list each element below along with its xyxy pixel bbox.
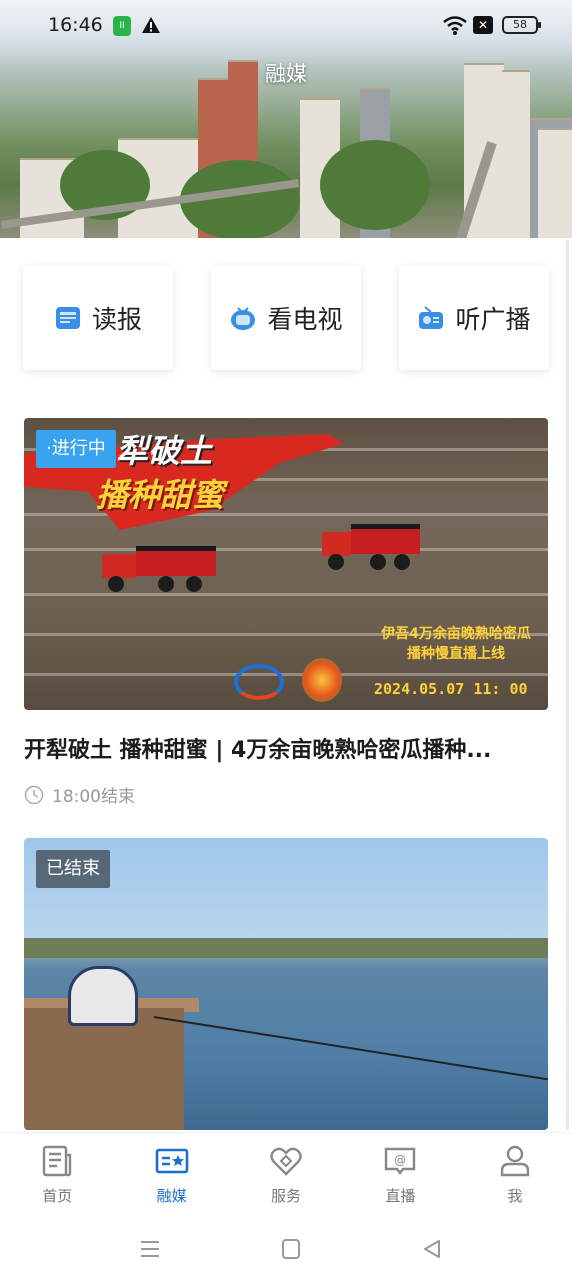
clock-icon [24,785,44,804]
header-banner: 16:46 II ✕ 58 融媒 [0,0,572,238]
status-time: 16:46 [48,14,103,36]
quick-entry-label: 听广播 [455,305,531,334]
home-icon[interactable] [279,1238,303,1260]
wifi-icon [443,16,467,35]
home-news-icon [43,1145,72,1177]
back-icon[interactable] [420,1238,444,1260]
no-sim-icon: ✕ [473,16,493,34]
poster-caption: 伊吾4万余亩晚熟哈密瓜播种慢直播上线 [381,626,531,662]
tab-label: 服务 [271,1187,302,1205]
truck-image [322,524,420,570]
broadcaster-logo [234,664,284,700]
user-icon [500,1145,530,1177]
truck-image [102,546,216,592]
radio-icon [419,306,444,329]
system-nav-bar [0,1218,572,1280]
poster-date: 2024.05.07 11: 00 [374,680,528,698]
end-time: 18:00结束 [52,787,135,807]
media-card-icon [155,1148,188,1174]
tv-icon [231,307,256,330]
svg-text:@: @ [394,1153,406,1167]
tab-home[interactable]: 首页 [0,1133,114,1218]
live-chat-icon: @ [385,1147,416,1175]
live-card-cover[interactable]: 已结束 [24,838,548,1130]
tab-label: 直播 [385,1187,416,1205]
scrollbar[interactable] [566,240,569,1130]
recent-apps-icon[interactable] [138,1238,162,1260]
poster-subheadline: 播种甜蜜 [96,476,225,514]
status-bar: 16:46 II ✕ 58 [0,0,572,52]
warning-icon [142,17,160,33]
card-meta: 18:00结束 [24,782,135,807]
quick-entry-label: 读报 [91,305,142,334]
battery-indicator: 58 [502,16,541,34]
tab-service[interactable]: 服务 [229,1133,343,1218]
card-title[interactable]: 开犁破土 播种甜蜜 | 4万余亩晚熟哈密瓜播种... [24,732,548,764]
watch-tv-button[interactable]: 看电视 [211,266,361,370]
listen-radio-button[interactable]: 听广播 [399,266,549,370]
status-badge: ·进行中 [36,430,116,468]
read-newspaper-button[interactable]: 读报 [23,266,173,370]
tab-label: 首页 [42,1187,73,1205]
melon-logo [302,658,342,702]
tab-label: 我 [507,1187,523,1205]
tab-me[interactable]: 我 [458,1133,572,1218]
app-notification-icon: II [113,16,131,36]
tab-label: 融媒 [156,1187,187,1205]
poster-headline: 犁破土 [116,432,213,470]
fishing-rod [153,1016,548,1081]
tab-live[interactable]: @ 直播 [343,1133,457,1218]
heart-service-icon [270,1147,302,1176]
newspaper-icon [55,307,80,329]
quick-entry-label: 看电视 [267,305,343,334]
status-badge: 已结束 [36,850,110,888]
angler-figure [68,966,138,1026]
tab-media[interactable]: 融媒 [114,1133,228,1218]
live-card-cover[interactable]: 犁破土 播种甜蜜 伊吾4万余亩晚熟哈密瓜播种慢直播上线 2024.05.07 1… [24,418,548,710]
page-title: 融媒 [265,62,307,86]
bottom-tab-bar: 首页 融媒 服务 @ 直播 我 [0,1132,572,1218]
